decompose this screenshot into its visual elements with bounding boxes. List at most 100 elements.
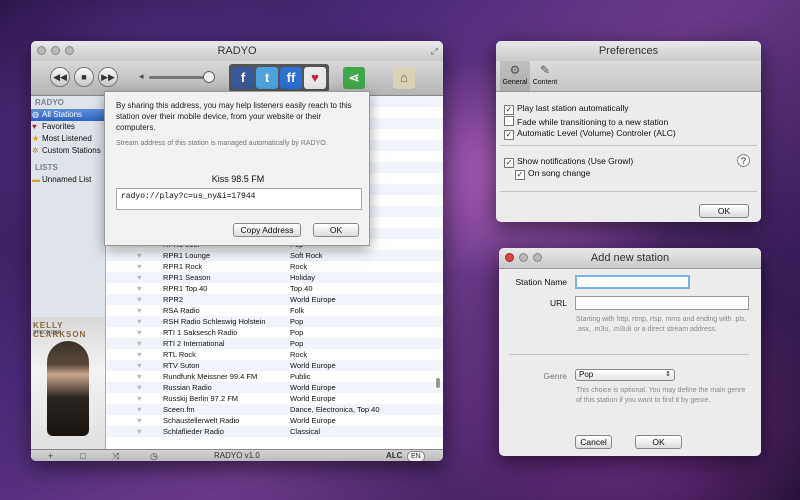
heart-icon[interactable]: ♥ — [137, 285, 145, 293]
station-name-cell: RSA Radio — [163, 306, 200, 315]
table-row[interactable]: ♥ Schlaflieder Radio Classical — [106, 426, 443, 437]
option-alc[interactable]: ✓ Automatic Level (Volume) Controler (ALC… — [504, 128, 676, 140]
table-row[interactable]: ♥ RTL Rock Rock — [106, 349, 443, 360]
close-window-button[interactable] — [37, 46, 46, 55]
stream-url-field[interactable]: radyo://play?c=us_ny&i=17944 — [116, 188, 362, 210]
add-station-ok-button[interactable]: OK — [635, 435, 682, 449]
genre-select[interactable]: Pop ⇕ — [575, 369, 675, 381]
add-icon[interactable]: + — [48, 450, 53, 461]
heart-icon[interactable]: ♥ — [137, 263, 145, 271]
tab-content[interactable]: ✎ Content — [530, 61, 560, 91]
star-icon: ★ — [32, 134, 40, 143]
language-button[interactable]: EN — [407, 451, 425, 461]
chevron-updown-icon: ⇕ — [665, 371, 671, 378]
add-station-window: Add new station Station Name URL Startin… — [499, 248, 761, 456]
next-button[interactable]: ▶▶ — [98, 67, 118, 87]
help-button[interactable]: ? — [737, 154, 750, 167]
station-name-cell: Rundfunk Meissner 99.4 FM — [163, 372, 258, 381]
friendfeed-button[interactable]: ff — [280, 67, 302, 89]
table-row[interactable]: ♥ RTI 1 Saksesch Radio Pop — [106, 327, 443, 338]
close-window-button[interactable] — [505, 253, 514, 262]
checkbox-checked[interactable]: ✓ — [504, 130, 514, 140]
facebook-button[interactable]: f — [232, 67, 254, 89]
share-ok-button[interactable]: OK — [313, 223, 359, 237]
main-titlebar: RADYO ⤢ — [31, 41, 443, 62]
heart-icon[interactable]: ♥ — [137, 318, 145, 326]
table-row[interactable]: ♥ Sceen.fm Dance, Electronica, Top 40 — [106, 404, 443, 415]
minimize-window-button[interactable] — [51, 46, 60, 55]
table-row[interactable]: ♥ Schaustellerwelt Radio World Europe — [106, 415, 443, 426]
station-genre-cell: World Europe — [290, 394, 336, 403]
heart-icon[interactable]: ♥ — [137, 406, 145, 414]
volume-knob[interactable] — [203, 71, 215, 83]
table-row[interactable]: ♥ RTI 2 International Pop — [106, 338, 443, 349]
table-row[interactable]: ♥ RSA Radio Folk — [106, 305, 443, 316]
preferences-ok-button[interactable]: OK — [699, 204, 749, 218]
option-play-last[interactable]: ✓ Play last station automatically — [504, 103, 629, 115]
heart-icon[interactable]: ♥ — [137, 351, 145, 359]
minimize-window-button[interactable] — [519, 253, 528, 262]
list-icon[interactable]: □ — [80, 450, 85, 461]
table-row[interactable]: ♥ RPR1 Top 40 Top 40 — [106, 283, 443, 294]
station-name-field[interactable] — [575, 275, 690, 289]
divider — [500, 191, 757, 192]
heart-icon[interactable]: ♥ — [137, 329, 145, 337]
sidebar-item-unnamed-list[interactable]: ▬ Unnamed List — [31, 174, 105, 186]
history-icon[interactable]: ◷ — [150, 450, 158, 461]
url-field[interactable] — [575, 296, 749, 310]
managed-note: Stream address of this station is manage… — [116, 140, 328, 147]
zoom-window-button[interactable] — [65, 46, 74, 55]
station-name-cell: RPR1 Top 40 — [163, 284, 208, 293]
zoom-window-button[interactable] — [533, 253, 542, 262]
option-song-change[interactable]: ✓ On song change — [515, 168, 590, 180]
heart-icon[interactable]: ♥ — [137, 252, 145, 260]
list-scrollbar[interactable] — [436, 378, 440, 388]
option-fade[interactable]: Fade while transitioning to a new statio… — [504, 116, 668, 127]
favorite-button[interactable]: ♥ — [304, 67, 326, 89]
tab-general[interactable]: ⚙ General — [500, 61, 530, 91]
heart-icon[interactable]: ♥ — [137, 274, 145, 282]
sidebar-item-custom-stations[interactable]: ✲ Custom Stations — [31, 145, 105, 157]
table-row[interactable]: ♥ RTV Suton World Europe — [106, 360, 443, 371]
sidebar-item-all-stations[interactable]: ◍ All Stations — [31, 109, 105, 121]
table-row[interactable]: ♥ Russkij Berlin 97.2 FM World Europe — [106, 393, 443, 404]
cancel-button[interactable]: Cancel — [575, 435, 612, 449]
heart-icon[interactable]: ♥ — [137, 384, 145, 392]
station-genre-cell: Dance, Electronica, Top 40 — [290, 405, 380, 414]
sidebar-item-most-listened[interactable]: ★ Most Listened — [31, 133, 105, 145]
shuffle-icon[interactable]: ⤨ — [112, 450, 119, 461]
checkbox-checked[interactable]: ✓ — [515, 170, 525, 180]
alc-indicator[interactable]: ALC — [386, 450, 402, 461]
checkbox-checked[interactable]: ✓ — [504, 105, 514, 115]
heart-icon[interactable]: ♥ — [137, 395, 145, 403]
heart-icon[interactable]: ♥ — [137, 428, 145, 436]
table-row[interactable]: ♥ RSH Radio Schleswig Holstein Pop — [106, 316, 443, 327]
table-row[interactable]: ♥ RPR2 World Europe — [106, 294, 443, 305]
heart-icon[interactable]: ♥ — [137, 340, 145, 348]
previous-button[interactable]: ◀◀ — [50, 67, 70, 87]
checkbox-unchecked[interactable] — [504, 116, 514, 126]
heart-icon: ♥ — [32, 122, 37, 131]
heart-icon[interactable]: ♥ — [137, 417, 145, 425]
table-row[interactable]: ♥ Rundfunk Meissner 99.4 FM Public — [106, 371, 443, 382]
table-row[interactable]: ♥ RPR1 Season Holiday — [106, 272, 443, 283]
station-genre-cell: Pop — [290, 328, 304, 337]
twitter-button[interactable]: t — [256, 67, 278, 89]
heart-icon[interactable]: ♥ — [137, 307, 145, 315]
divider — [500, 145, 757, 146]
copy-address-button[interactable]: Copy Address — [233, 223, 301, 237]
checkbox-checked[interactable]: ✓ — [504, 158, 514, 168]
station-genre-cell: Top 40 — [290, 284, 313, 293]
table-row[interactable]: ♥ RPR1 Lounge Soft Rock — [106, 250, 443, 261]
sidebar-item-favorites[interactable]: ♥ Favorites — [31, 121, 105, 133]
stop-button[interactable]: ■ — [74, 67, 94, 87]
option-notifications[interactable]: ✓ Show notifications (Use Growl) — [504, 156, 633, 168]
share-button[interactable]: ⋖ — [343, 67, 365, 89]
heart-icon[interactable]: ♥ — [137, 373, 145, 381]
table-row[interactable]: ♥ RPR1 Rock Rock — [106, 261, 443, 272]
home-button[interactable]: ⌂ — [393, 67, 415, 89]
heart-icon[interactable]: ♥ — [137, 362, 145, 370]
table-row[interactable]: ♥ Russian Radio World Europe — [106, 382, 443, 393]
heart-icon[interactable]: ♥ — [137, 296, 145, 304]
fullscreen-icon[interactable]: ⤢ — [431, 41, 438, 61]
